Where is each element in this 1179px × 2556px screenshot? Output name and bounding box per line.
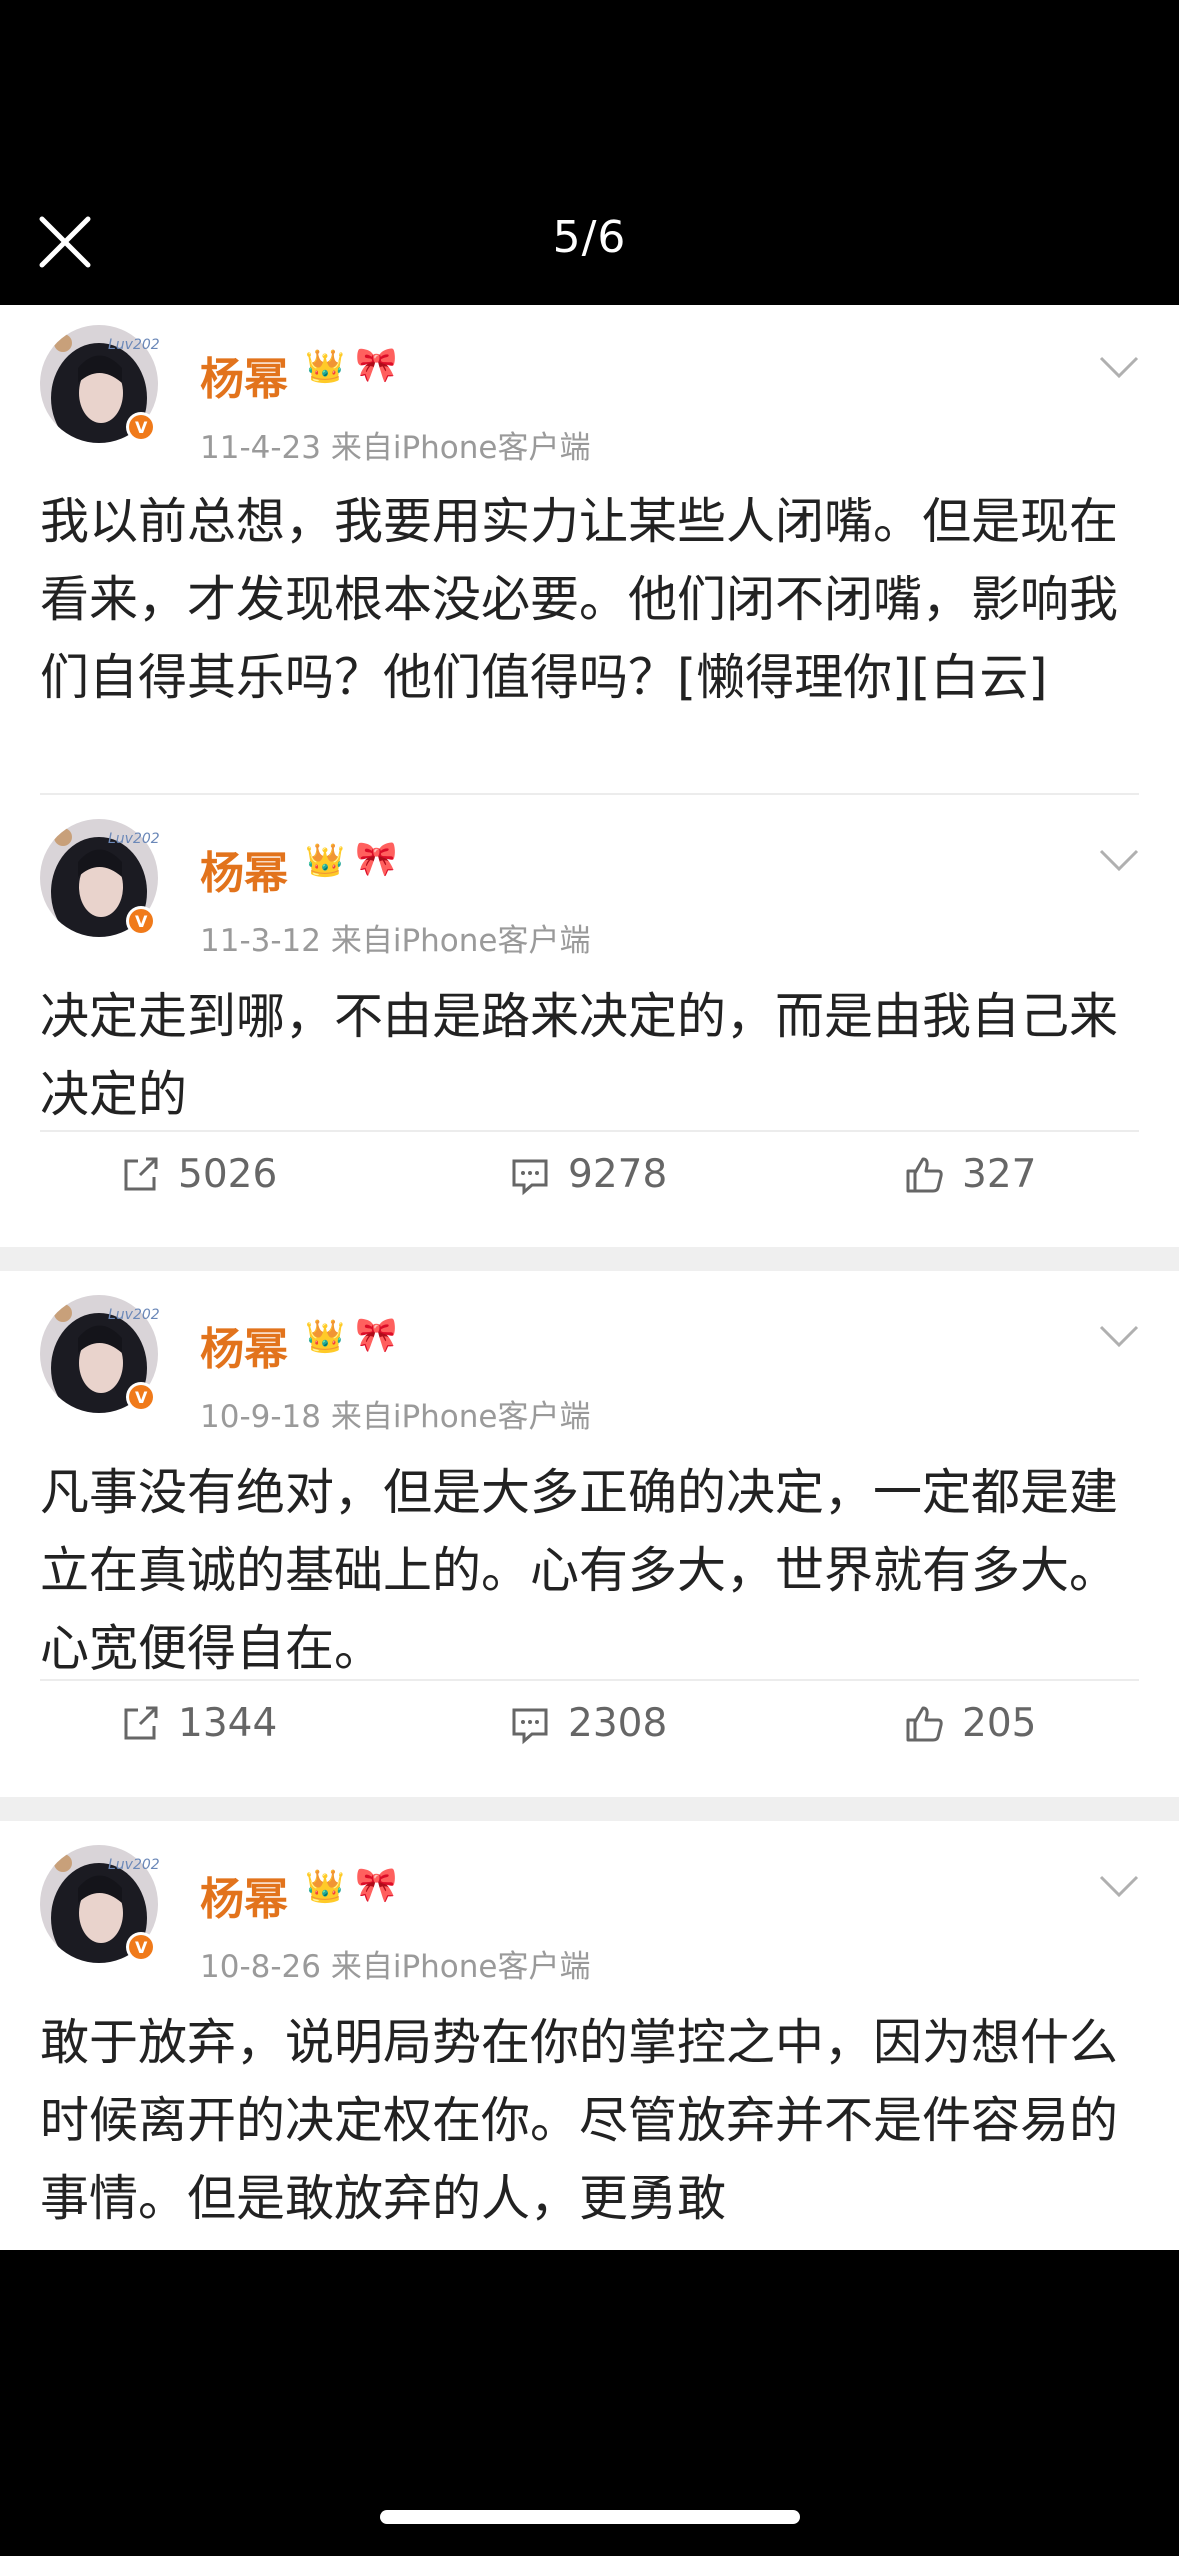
post-card[interactable]: Luv2020 V 杨幂 👑 🎀 10-9-18 来自iPhone客户端 凡事没… (0, 1271, 1179, 1791)
svg-text:Luv2020: Luv2020 (108, 337, 160, 353)
author-name[interactable]: 杨幂 (200, 837, 288, 901)
comment-button[interactable]: 9278 (508, 1152, 667, 1197)
svg-text:V: V (135, 1388, 148, 1407)
repost-count: 5026 (178, 1152, 278, 1197)
repost-button[interactable]: 5026 (118, 1152, 277, 1197)
repost-count: 1344 (178, 1701, 278, 1746)
chevron-down-icon[interactable] (1097, 845, 1141, 875)
like-count: 205 (962, 1701, 1037, 1746)
svg-text:V: V (135, 912, 148, 931)
vip-crown-icon: 👑 (305, 347, 345, 385)
avatar[interactable]: Luv2020 V (38, 817, 169, 939)
screenshot-content: Luv2020 V 杨幂 👑 🎀 11-4-23 来自iPhone客户端 我以前… (0, 305, 1179, 2250)
chevron-down-icon[interactable] (1097, 1871, 1141, 1901)
repost-icon (124, 1706, 158, 1739)
chevron-down-icon[interactable] (1097, 1321, 1141, 1351)
divider (40, 1679, 1139, 1681)
author-name[interactable]: 杨幂 (200, 1863, 288, 1927)
fan-badge-icon: 🎀 (355, 345, 398, 385)
svg-text:Luv2020: Luv2020 (108, 1857, 160, 1873)
avatar[interactable]: Luv2020 V (38, 1293, 169, 1415)
comment-count: 2308 (568, 1701, 668, 1746)
like-button[interactable]: 327 (902, 1152, 1036, 1197)
comment-icon (512, 1159, 548, 1195)
thumbs-up-icon (906, 1706, 943, 1741)
fan-badge-icon: 🎀 (355, 1865, 398, 1905)
post-text: 决定走到哪，不由是路来决定的，而是由我自己来决定的 (40, 988, 1119, 1123)
post-card[interactable]: Luv2020 V 杨幂 👑 🎀 11-4-23 来自iPhone客户端 我以前… (0, 305, 1179, 785)
svg-text:Luv2020: Luv2020 (108, 1307, 160, 1323)
like-button[interactable]: 205 (902, 1701, 1036, 1746)
post-meta: 11-4-23 来自iPhone客户端 (200, 430, 591, 466)
comment-icon (512, 1708, 548, 1744)
post-card[interactable]: Luv2020 V 杨幂 👑 🎀 10-8-26 来自iPhone客户端 敢于放… (0, 1821, 1179, 2250)
post-text: 我以前总想，我要用实力让某些人闭嘴。但是现在看来，才发现根本没必要。他们闭不闭嘴… (40, 493, 1119, 706)
post-text: 敢于放弃，说明局势在你的掌控之中，因为想什么时候离开的决定权在你。尽管放弃并不是… (40, 2014, 1119, 2227)
fan-badge-icon: 🎀 (355, 1315, 398, 1355)
fan-badge-icon: 🎀 (355, 839, 398, 879)
post-card[interactable]: Luv2020 V 杨幂 👑 🎀 11-3-12 来自iPhone客户端 决定走… (0, 795, 1179, 1260)
comment-button[interactable]: 2308 (508, 1701, 667, 1746)
chevron-down-icon[interactable] (1097, 352, 1141, 382)
avatar[interactable]: Luv2020 V (38, 1843, 169, 1965)
post-actions: 1344 2308 205 (0, 1701, 1179, 1761)
page-counter: 5/6 (552, 212, 627, 263)
author-name[interactable]: 杨幂 (200, 343, 288, 407)
post-meta: 11-3-12 来自iPhone客户端 (200, 923, 591, 959)
author-name[interactable]: 杨幂 (200, 1313, 288, 1377)
post-meta: 10-8-26 来自iPhone客户端 (200, 1949, 591, 1985)
vip-crown-icon: 👑 (305, 1317, 345, 1355)
vip-crown-icon: 👑 (305, 841, 345, 879)
comment-count: 9278 (568, 1152, 668, 1197)
repost-icon (124, 1157, 158, 1190)
viewer-header: 5/6 (0, 0, 1179, 305)
repost-button[interactable]: 1344 (118, 1701, 277, 1746)
post-meta: 10-9-18 来自iPhone客户端 (200, 1399, 591, 1435)
like-count: 327 (962, 1152, 1037, 1197)
vip-crown-icon: 👑 (305, 1867, 345, 1905)
post-separator (0, 1247, 1179, 1271)
post-text: 凡事没有绝对，但是大多正确的决定，一定都是建立在真诚的基础上的。心有多大，世界就… (40, 1464, 1119, 1677)
divider (40, 1130, 1139, 1132)
post-actions: 5026 9278 327 (0, 1152, 1179, 1212)
svg-text:V: V (135, 1938, 148, 1957)
home-indicator[interactable] (380, 2510, 800, 2524)
avatar[interactable]: Luv2020 V (38, 323, 169, 445)
thumbs-up-icon (906, 1157, 943, 1192)
post-separator (0, 1797, 1179, 1821)
svg-text:V: V (135, 418, 148, 437)
svg-text:Luv2020: Luv2020 (108, 831, 160, 847)
